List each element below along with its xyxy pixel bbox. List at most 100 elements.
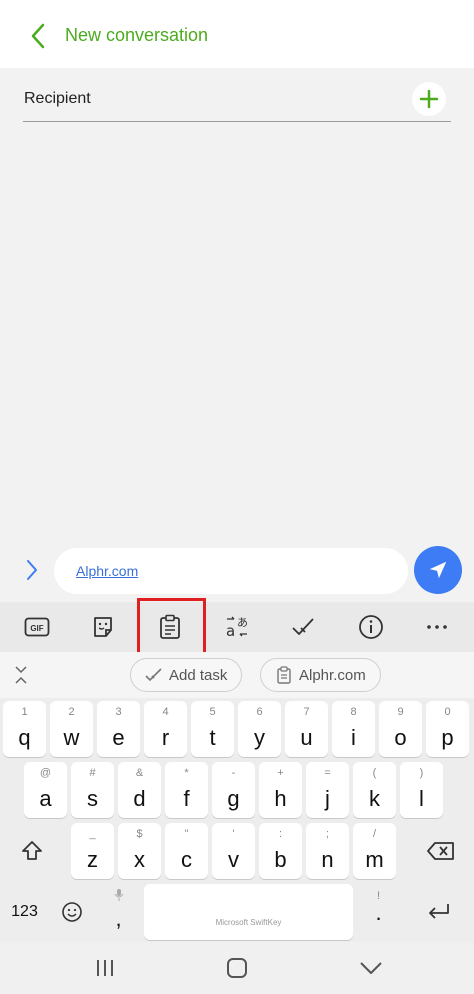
key-x[interactable]: $ x xyxy=(118,823,161,879)
key-label: p xyxy=(441,725,454,750)
key-f[interactable]: * f xyxy=(165,762,208,818)
clipboard-chip[interactable]: Alphr.com xyxy=(260,658,381,692)
key-sub-label: 3 xyxy=(115,706,122,718)
key-sub-label: ) xyxy=(419,767,424,779)
key-t[interactable]: 5t xyxy=(191,701,234,757)
key-label: a xyxy=(39,786,52,811)
plus-icon xyxy=(419,89,439,109)
key-label: v xyxy=(228,847,239,872)
key-sub-label: 5 xyxy=(209,706,216,718)
key-label: i xyxy=(351,725,356,750)
key-e[interactable]: 3e xyxy=(97,701,140,757)
key-q[interactable]: 1q xyxy=(3,701,46,757)
message-text: Alphr.com xyxy=(76,563,139,579)
recipient-underline xyxy=(23,121,451,122)
home-button[interactable] xyxy=(222,954,252,982)
key-sub-label: 4 xyxy=(162,706,169,718)
add-recipient-button[interactable] xyxy=(412,82,446,116)
chevron-right-icon xyxy=(27,560,37,580)
enter-key[interactable] xyxy=(410,884,468,940)
system-back-button[interactable] xyxy=(356,954,386,982)
key-h[interactable]: + h xyxy=(259,762,302,818)
key-label: t xyxy=(209,725,216,750)
space-key[interactable]: Microsoft SwiftKey xyxy=(144,884,353,940)
key-sub-label: @ xyxy=(39,767,52,779)
key-m[interactable]: / m xyxy=(353,823,396,879)
key-y[interactable]: 6y xyxy=(238,701,281,757)
translate-button[interactable]: a あ xyxy=(223,612,253,642)
key-a[interactable]: @ a xyxy=(24,762,67,818)
key-b[interactable]: :b xyxy=(259,823,302,879)
chip-label: Alphr.com xyxy=(299,666,366,684)
key-w[interactable]: 2w xyxy=(50,701,93,757)
numbers-key[interactable]: 123 xyxy=(3,884,46,940)
key-r[interactable]: 4r xyxy=(144,701,187,757)
key-c[interactable]: " c xyxy=(165,823,208,879)
key-label: z xyxy=(87,847,98,872)
translate-icon: a あ xyxy=(226,616,248,640)
key-label: b xyxy=(274,847,287,872)
more-button[interactable] xyxy=(422,612,452,642)
shift-key[interactable] xyxy=(3,823,61,879)
period-key[interactable]: ! . xyxy=(357,884,400,940)
backspace-key[interactable] xyxy=(412,823,470,879)
key-j[interactable]: = j xyxy=(306,762,349,818)
keyboard: GIF a あ Add task Alphr.com 1 q 2 w 3 e 4… xyxy=(0,598,474,942)
expand-button[interactable] xyxy=(20,556,44,584)
key-sub-label: ' xyxy=(232,828,235,840)
send-button[interactable] xyxy=(414,546,462,594)
key-label: g xyxy=(227,786,240,811)
gif-icon: GIF xyxy=(24,617,50,637)
message-input[interactable]: Alphr.com xyxy=(54,548,408,594)
info-button[interactable] xyxy=(356,612,386,642)
key-sub-label: 9 xyxy=(397,706,404,718)
key-label: y xyxy=(254,725,265,750)
key-o[interactable]: 9o xyxy=(379,701,422,757)
info-icon xyxy=(359,615,383,639)
recent-apps-icon xyxy=(97,960,113,976)
key-sub-label: + xyxy=(277,767,284,779)
key-z[interactable]: _ z xyxy=(71,823,114,879)
suggestion-strip: Add task Alphr.com xyxy=(0,652,474,698)
emoji-key[interactable] xyxy=(50,884,93,940)
key-label: o xyxy=(394,725,407,750)
key-label: m xyxy=(365,847,384,872)
key-k[interactable]: (k xyxy=(353,762,396,818)
key-sub-label: 6 xyxy=(256,706,263,718)
key-label: q xyxy=(18,725,31,750)
key-sub-label: _ xyxy=(89,828,96,840)
key-u[interactable]: 7u xyxy=(285,701,328,757)
tasks-button[interactable] xyxy=(289,612,319,642)
sticker-button[interactable] xyxy=(88,612,118,642)
key-v[interactable]: ' v xyxy=(212,823,255,879)
collapse-toolbar-button[interactable] xyxy=(10,664,32,686)
key-d[interactable]: & d xyxy=(118,762,161,818)
send-icon xyxy=(429,561,447,579)
space-key-label: Microsoft SwiftKey xyxy=(215,918,282,927)
shift-icon xyxy=(22,841,42,860)
backspace-icon xyxy=(427,842,454,860)
key-sub-label: ( xyxy=(372,767,377,779)
key-l[interactable]: ) l xyxy=(400,762,443,818)
key-p[interactable]: 0p xyxy=(426,701,469,757)
key-label: x xyxy=(134,847,145,872)
comma-key[interactable]: , xyxy=(97,884,140,940)
key-sub-label: : xyxy=(278,828,283,840)
svg-text:a: a xyxy=(226,622,235,640)
key-i[interactable]: 8i xyxy=(332,701,375,757)
add-task-chip[interactable]: Add task xyxy=(130,658,243,692)
emoji-icon xyxy=(61,902,82,922)
key-label: n xyxy=(321,847,334,872)
back-icon xyxy=(360,962,382,974)
key-g[interactable]: -g xyxy=(212,762,255,818)
back-button[interactable] xyxy=(24,22,52,50)
key-n[interactable]: ; n xyxy=(306,823,349,879)
key-sub-label: # xyxy=(89,767,96,779)
key-sub-label: / xyxy=(372,828,377,840)
check-icon xyxy=(292,618,314,635)
recipient-input[interactable]: Recipient xyxy=(24,90,91,108)
key-s[interactable]: # s xyxy=(71,762,114,818)
recent-apps-button[interactable] xyxy=(90,954,120,982)
chip-label: Add task xyxy=(169,666,228,684)
gif-button[interactable]: GIF xyxy=(22,612,52,642)
